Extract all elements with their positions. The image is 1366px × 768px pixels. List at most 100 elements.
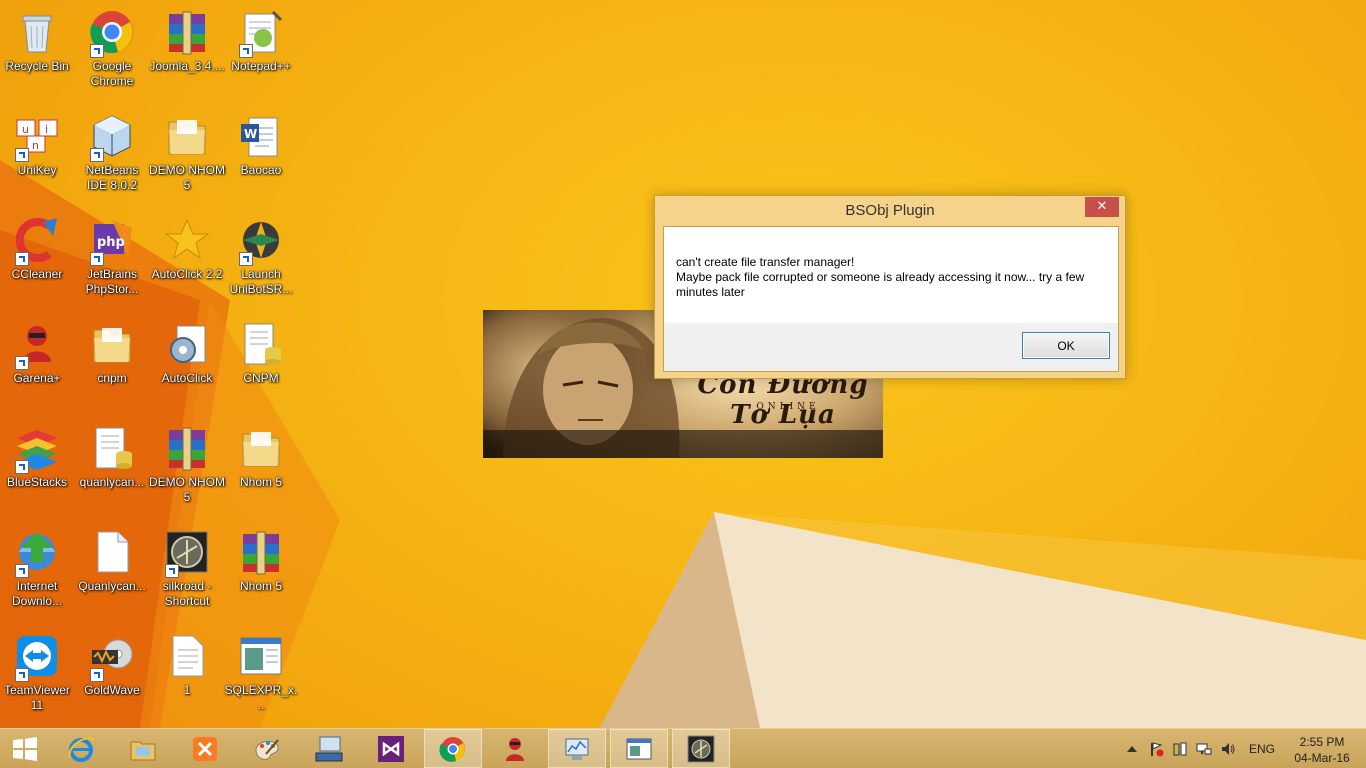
desktop-icon[interactable]: 1 xyxy=(150,626,224,726)
folder-icon xyxy=(88,320,136,368)
desktop-icon[interactable]: BlueStacks xyxy=(0,418,74,518)
splash-logo: Con Đường Tơ Lụa xyxy=(697,370,869,430)
desktop-icon-label: CNPM xyxy=(243,371,279,385)
taskbar-button[interactable] xyxy=(52,729,110,768)
desktop-icon-label: Nhom 5 xyxy=(239,579,283,593)
phpstorm-icon: php xyxy=(88,216,136,266)
network-icon xyxy=(1196,743,1212,755)
desktop-icon-label: 1 xyxy=(183,683,191,697)
desktop[interactable]: Recycle Bin Google Chrome Joomla_3.4.... No… xyxy=(0,0,1366,728)
idm-icon xyxy=(13,528,61,578)
ok-button[interactable]: OK xyxy=(1022,332,1110,359)
volume-tray[interactable] xyxy=(1220,741,1236,757)
desktop-icon-label: silkroad - Shortcut xyxy=(162,579,212,608)
desktop-icon[interactable]: Joomla_3.4.... xyxy=(149,2,225,102)
input-language-indicator[interactable]: ENG xyxy=(1249,742,1275,756)
desktop-icon[interactable]: Recycle Bin xyxy=(0,2,74,102)
desktop-icon[interactable]: cnpm xyxy=(75,314,149,414)
star-icon xyxy=(163,216,211,264)
show-hidden-icons-button[interactable] xyxy=(1124,741,1140,757)
bluestacks-icon xyxy=(13,424,61,474)
taskbar-button[interactable] xyxy=(486,729,544,768)
desktop-icon[interactable]: Nhom 5 xyxy=(224,522,298,622)
dialog-client-area: can't create file transfer manager! Mayb… xyxy=(663,226,1119,372)
dialog-message-area: can't create file transfer manager! Mayb… xyxy=(664,227,1118,323)
visual-studio-icon xyxy=(378,735,404,762)
splash-subtitle: ONLINE xyxy=(756,402,820,412)
chevron-up-icon xyxy=(1127,746,1137,752)
desktop-icon[interactable]: Nhom 5 xyxy=(224,418,298,518)
desktop-icon[interactable]: Launch UniBotSR... xyxy=(224,210,298,310)
desktop-icon[interactable]: CNPM xyxy=(224,314,298,414)
desktop-icon[interactable]: AutoClick 2.2 xyxy=(150,210,224,310)
taskbar-button[interactable] xyxy=(176,729,234,768)
desktop-icon[interactable]: Internet Downlo... xyxy=(0,522,74,622)
ccleaner-icon xyxy=(13,216,61,266)
network-tray[interactable] xyxy=(1196,741,1212,757)
desktop-icon[interactable]: DEMO NHOM 5 xyxy=(149,418,225,518)
word-document-icon: W xyxy=(237,112,285,160)
desktop-icon[interactable]: u i n UniKey xyxy=(0,106,74,206)
desktop-icon[interactable]: Google Chrome xyxy=(75,2,149,102)
desktop-icon[interactable]: GoldWave xyxy=(75,626,149,726)
desktop-icon[interactable]: CCleaner xyxy=(0,210,74,310)
clock-date: 04-Mar-16 xyxy=(1294,751,1350,765)
xampp-icon xyxy=(193,736,217,761)
svg-text:php: php xyxy=(97,235,125,250)
start-button[interactable] xyxy=(0,729,50,768)
desktop-icon-label: CCleaner xyxy=(11,267,63,281)
taskbar-button[interactable] xyxy=(114,729,172,768)
folder-icon xyxy=(163,112,211,160)
taskbar-button[interactable] xyxy=(672,729,730,768)
winrar-archive-icon xyxy=(163,424,211,472)
desktop-icon-label: Google Chrome xyxy=(90,59,134,88)
desktop-icon[interactable]: Quanlycan... xyxy=(75,522,149,622)
desktop-icon[interactable]: silkroad - Shortcut xyxy=(150,522,224,622)
desktop-icon-label: cnpm xyxy=(97,371,127,385)
notepadpp-icon xyxy=(237,8,285,58)
keyboard-monitor-icon xyxy=(315,736,343,761)
taskbar-button[interactable] xyxy=(362,729,420,768)
shortcut-arrow-icon xyxy=(90,668,104,682)
desktop-icon[interactable]: DEMO NHOM 5 xyxy=(149,106,225,206)
svg-text:u: u xyxy=(22,123,29,136)
desktop-icon[interactable]: Notepad++ xyxy=(224,2,298,102)
desktop-icon[interactable]: SQLEXPR_x... xyxy=(224,626,298,726)
garena-icon xyxy=(13,320,61,370)
database-file-icon xyxy=(237,320,285,368)
shortcut-arrow-icon xyxy=(165,564,179,578)
desktop-icon-label: SQLEXPR_x... xyxy=(224,683,298,712)
window-app-icon xyxy=(626,738,652,759)
shortcut-arrow-icon xyxy=(15,564,29,578)
taskbar-button[interactable] xyxy=(424,729,482,768)
shortcut-arrow-icon xyxy=(15,148,29,162)
taskbar-button[interactable] xyxy=(610,729,668,768)
desktop-icon-label: Internet Downlo... xyxy=(11,579,63,608)
autoclick-gear-icon xyxy=(163,320,211,368)
dialog-message: can't create file transfer manager! Mayb… xyxy=(676,255,1085,299)
action-center-tray[interactable] xyxy=(1148,741,1164,757)
desktop-icon[interactable]: quanlycan... xyxy=(75,418,149,518)
desktop-icon[interactable]: php JetBrains PhpStor... xyxy=(75,210,149,310)
taskbar-button[interactable] xyxy=(238,729,296,768)
desktop-icon[interactable]: AutoClick xyxy=(150,314,224,414)
taskbar-button[interactable] xyxy=(548,729,606,768)
unikey-icon: u in xyxy=(13,112,61,162)
taskbar-button[interactable] xyxy=(300,729,358,768)
desktop-icon[interactable]: NetBeans IDE 8.0.2 xyxy=(75,106,149,206)
shortcut-arrow-icon xyxy=(15,668,29,682)
teamviewer-icon xyxy=(13,632,61,682)
desktop-icon[interactable]: Garena+ xyxy=(0,314,74,414)
clock[interactable]: 2:55 PM 04-Mar-16 xyxy=(1284,734,1360,766)
desktop-icon-label: GoldWave xyxy=(84,683,140,697)
power-tray[interactable] xyxy=(1172,741,1188,757)
installer-window-icon xyxy=(237,632,285,680)
file-explorer-icon xyxy=(130,741,156,760)
desktop-icon-label: Nhom 5 xyxy=(239,475,283,489)
desktop-icon[interactable]: W Baocao xyxy=(224,106,298,206)
desktop-icon[interactable]: TeamViewer 11 xyxy=(0,626,74,726)
clock-time: 2:55 PM xyxy=(1299,735,1345,749)
svg-text:W: W xyxy=(244,127,257,141)
chrome-icon xyxy=(439,736,465,762)
dialog-close-button[interactable]: ✕ xyxy=(1085,197,1119,217)
